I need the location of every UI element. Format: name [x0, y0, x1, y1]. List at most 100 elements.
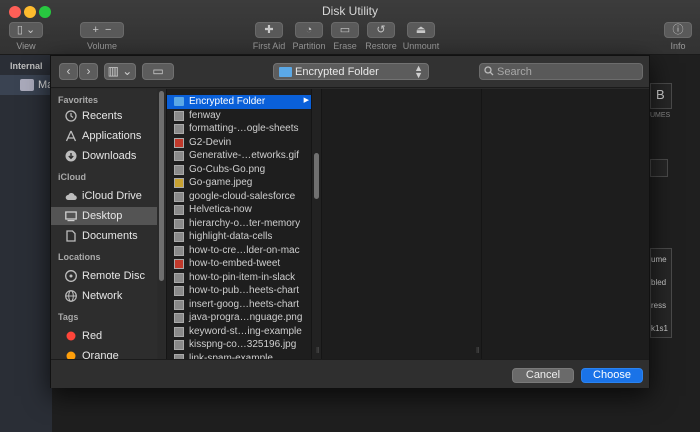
- info-label: Info: [670, 41, 686, 51]
- file-row[interactable]: Go-game.jpeg: [167, 176, 311, 190]
- sidebar-item-downloads[interactable]: Downloads: [51, 147, 157, 165]
- unmount-label: Unmount: [402, 41, 440, 51]
- file-column: Encrypted Folder ▶ fenway formatting-…ogle-…: [166, 89, 311, 359]
- unmount-button[interactable]: ⏏: [407, 22, 435, 38]
- sidebar-item-icloud-drive[interactable]: iCloud Drive: [51, 187, 157, 205]
- path-popup[interactable]: Encrypted Folder ▲ ▼: [273, 63, 429, 80]
- file-name: java-progra…nguage.png: [189, 312, 303, 323]
- sidebar-heading-internal: Internal: [10, 61, 43, 71]
- sidebar-item-label: Orange: [82, 350, 119, 359]
- document-icon: [66, 230, 76, 242]
- search-icon: [484, 66, 494, 76]
- globe-icon: [65, 290, 77, 302]
- download-icon: [65, 150, 77, 162]
- file-row[interactable]: fenway: [167, 109, 311, 123]
- column-resize-handle[interactable]: ‖: [476, 346, 479, 355]
- dialog-toolbar: ‹ › ▥ ⌄ ▭ Encrypted Folder ▲ ▼: [51, 56, 649, 88]
- first-aid-button[interactable]: ✚: [255, 22, 283, 38]
- file-row[interactable]: java-progra…nguage.png: [167, 311, 311, 325]
- folder-icon: [279, 67, 292, 77]
- partition-button[interactable]: ◔: [295, 22, 323, 38]
- view-button[interactable]: ▯ ⌄: [9, 22, 43, 38]
- scrollbar-thumb[interactable]: [159, 91, 164, 281]
- file-name: google-cloud-salesforce: [189, 190, 296, 202]
- file-row[interactable]: G2-Devin: [167, 136, 311, 150]
- sidebar-item-tag-red[interactable]: Red: [51, 327, 157, 345]
- file-row[interactable]: how-to-cre…lder-on-mac: [167, 244, 311, 258]
- file-row[interactable]: Generative-…etworks.gif: [167, 149, 311, 163]
- file-row[interactable]: keyword-st…ing-example: [167, 325, 311, 339]
- file-row[interactable]: formatting-…ogle-sheets: [167, 122, 311, 136]
- image-file-icon: [174, 151, 184, 161]
- cancel-button[interactable]: Cancel: [512, 368, 574, 383]
- file-row[interactable]: Go-Cubs-Go.png: [167, 163, 311, 177]
- file-row[interactable]: link-spam-example: [167, 352, 311, 359]
- applications-icon: [65, 130, 77, 142]
- sidebar-item-network[interactable]: Network: [51, 287, 157, 305]
- choose-button[interactable]: Choose: [581, 368, 643, 383]
- sidebar-item-applications[interactable]: Applications: [51, 127, 157, 145]
- sidebar-item-disk[interactable]: Ma: [0, 75, 53, 95]
- image-file-icon: [174, 191, 184, 202]
- detail-field: [650, 159, 668, 177]
- new-folder-button[interactable]: ▭: [142, 63, 174, 80]
- updown-chevron-icon: ▲ ▼: [414, 63, 423, 80]
- file-row[interactable]: how-to-pin-item-in-slack: [167, 271, 311, 285]
- file-row[interactable]: how-to-embed-tweet: [167, 257, 311, 271]
- sidebar-item-label: Recents: [82, 110, 123, 122]
- file-column-scrollbar[interactable]: [311, 89, 321, 359]
- sidebar-heading-locations: Locations: [58, 252, 101, 262]
- file-row[interactable]: hierarchy-o…ter-memory: [167, 217, 311, 231]
- volume-add-remove-button[interactable]: + −: [80, 22, 124, 38]
- erase-button[interactable]: ▭: [331, 22, 359, 38]
- scrollbar-thumb[interactable]: [314, 153, 319, 199]
- file-row[interactable]: kisspng-co…325196.jpg: [167, 338, 311, 352]
- file-name: highlight-data-cells: [189, 231, 273, 242]
- sidebar-item-label: Network: [82, 290, 123, 302]
- image-file-icon: [174, 137, 184, 148]
- dialog-footer: Cancel Choose: [51, 359, 649, 388]
- sidebar-heading-tags: Tags: [58, 312, 79, 322]
- info-button[interactable]: ⓘ: [664, 22, 692, 38]
- partition-label: Partition: [292, 41, 326, 51]
- sidebar-item-desktop[interactable]: Desktop: [51, 207, 157, 225]
- file-row[interactable]: highlight-data-cells: [167, 230, 311, 244]
- file-name: Helvetica-now: [189, 204, 252, 215]
- file-row[interactable]: Helvetica-now: [167, 203, 311, 217]
- image-file-icon: [174, 178, 184, 188]
- sidebar-item-documents[interactable]: Documents: [51, 227, 157, 245]
- info-table: ume bled ress k1s1: [650, 248, 672, 338]
- file-name: G2-Devin: [189, 136, 232, 148]
- sidebar-scrollbar[interactable]: [158, 89, 165, 359]
- file-row[interactable]: insert-goog…heets-chart: [167, 298, 311, 312]
- disk-sidebar: Internal Ma: [0, 55, 53, 432]
- view-label: View: [16, 41, 36, 51]
- sidebar-heading-icloud: iCloud: [58, 172, 86, 182]
- restore-button[interactable]: ↺: [367, 22, 395, 38]
- erase-label: Erase: [333, 41, 357, 51]
- file-row[interactable]: how-to-pub…heets-chart: [167, 284, 311, 298]
- forward-button[interactable]: ›: [79, 63, 98, 80]
- search-field[interactable]: [479, 63, 643, 80]
- file-name: Generative-…etworks.gif: [189, 150, 300, 161]
- file-name: fenway: [189, 109, 221, 121]
- info-fragment-enabled: bled: [651, 278, 667, 287]
- image-file-icon: [174, 164, 184, 175]
- sidebar-item-label: Remote Disc: [82, 270, 145, 282]
- file-row[interactable]: Encrypted Folder ▶: [167, 95, 311, 109]
- sidebar-item-recents[interactable]: Recents: [51, 107, 157, 125]
- first-aid-label: First Aid: [252, 41, 286, 51]
- column-resize-handle[interactable]: ‖: [316, 346, 319, 355]
- view-mode-button[interactable]: ▥ ⌄: [104, 63, 136, 80]
- image-file-icon: [174, 340, 184, 350]
- sidebar-heading-favorites: Favorites: [58, 95, 99, 105]
- sidebar-item-tag-orange[interactable]: Orange: [51, 347, 157, 359]
- window-titlebar: Disk Utility ▯ ⌄ View + − Volume ✚ First…: [0, 0, 700, 55]
- file-name: Encrypted Folder: [189, 96, 266, 107]
- columns-icon: ▥ ⌄: [107, 64, 133, 78]
- search-input[interactable]: [497, 65, 637, 78]
- sidebar-item-remote-disc[interactable]: Remote Disc: [51, 267, 157, 285]
- file-row[interactable]: google-cloud-salesforce: [167, 190, 311, 204]
- back-button[interactable]: ‹: [59, 63, 78, 80]
- window-title: Disk Utility: [322, 4, 378, 18]
